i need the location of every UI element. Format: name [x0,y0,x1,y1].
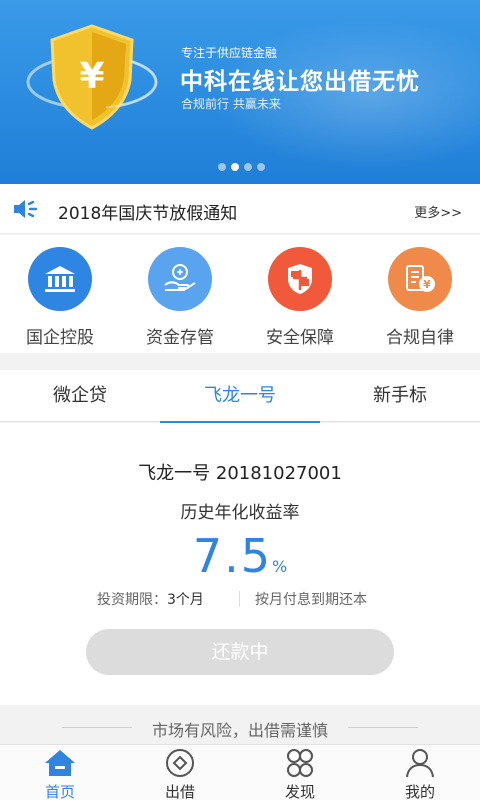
home-icon [43,748,77,778]
nav-discover[interactable]: 发现 [240,745,360,800]
document-coin-icon: ¥ [388,247,452,311]
bank-icon [28,247,92,311]
carousel-dot[interactable] [244,163,252,171]
tab-feilong[interactable]: 飞龙一号 [160,370,320,423]
rate-label: 历史年化收益率 [180,503,300,523]
product-card[interactable]: 飞龙一号 20181027001 历史年化收益率 7.5% 投资期限：3个月 按… [0,423,480,705]
risk-text: 市场有风险，出借需谨慎 [151,721,328,740]
nav-label: 我的 [404,783,435,800]
risk-notice: 市场有风险，出借需谨慎 [0,705,480,745]
feature-label: 国企控股 [26,328,94,348]
currency-symbol: ¥ [79,56,104,97]
banner-subtitle: 合规前行 共赢未来 [181,97,281,111]
feature-grid: 国企控股 资金存管 安全保障 ¥ 合规自律 [0,235,480,353]
feature-state-owned[interactable]: 国企控股 [0,247,120,348]
feature-label: 合规自律 [386,328,454,348]
shield-logo-icon: ¥ [22,18,162,142]
carousel-dot[interactable] [218,163,226,171]
svg-text:¥: ¥ [423,278,431,291]
promo-banner[interactable]: ¥ 专注于供应链金融 中科在线让您出借无忧 合规前行 共赢未来 [0,0,480,184]
product-tabs: 微企贷 飞龙一号 新手标 [0,370,480,423]
rate-number: 7.5 [192,529,272,583]
bottom-nav: 首页 出借 发现 我的 [0,744,480,800]
rate-value: 7.5% [0,529,480,583]
nav-label: 出借 [164,783,195,800]
repaying-button[interactable]: 还款中 [86,629,394,675]
nav-home[interactable]: 首页 [0,745,120,800]
term-info: 投资期限：3个月 [97,589,204,609]
rate-unit: % [271,557,288,576]
banner-title: 中科在线让您出借无忧 [180,69,420,95]
feature-fund-custody[interactable]: 资金存管 [120,247,240,348]
nav-lend[interactable]: 出借 [120,745,240,800]
hand-coin-icon [148,247,212,311]
meta-divider [239,591,240,607]
product-name: 飞龙一号 20181027001 [138,463,342,484]
tab-newbie[interactable]: 新手标 [320,370,480,422]
carousel-dot-active[interactable] [231,163,239,171]
term-label: 投资期限： [97,592,167,608]
user-icon [403,748,437,778]
lend-icon [163,748,197,778]
notice-bar[interactable]: 2018年国庆节放假通知 更多>> [0,184,480,234]
feature-label: 安全保障 [266,328,334,348]
feature-security[interactable]: 安全保障 [240,247,360,348]
tab-label: 飞龙一号 [204,385,276,406]
feature-label: 资金存管 [146,328,214,348]
notice-text[interactable]: 2018年国庆节放假通知 [58,199,237,224]
carousel-indicator [218,163,265,171]
more-link[interactable]: 更多>> [414,202,462,221]
divider [348,727,418,728]
nav-label: 首页 [44,783,75,800]
discover-grid-icon [283,748,317,778]
nav-label: 发现 [284,783,315,800]
repayment-method: 按月付息到期还本 [255,592,367,608]
banner-tagline: 专注于供应链金融 [181,46,278,60]
feature-compliance[interactable]: ¥ 合规自律 [360,247,480,348]
shield-icon [268,247,332,311]
app-screen: ¥ 专注于供应链金融 中科在线让您出借无忧 合规前行 共赢未来 2018年国庆节… [0,0,480,800]
speaker-icon [12,198,40,224]
carousel-dot[interactable] [257,163,265,171]
term-value: 3个月 [167,592,204,608]
tab-micro-loan[interactable]: 微企贷 [0,370,160,422]
nav-mine[interactable]: 我的 [360,745,480,800]
